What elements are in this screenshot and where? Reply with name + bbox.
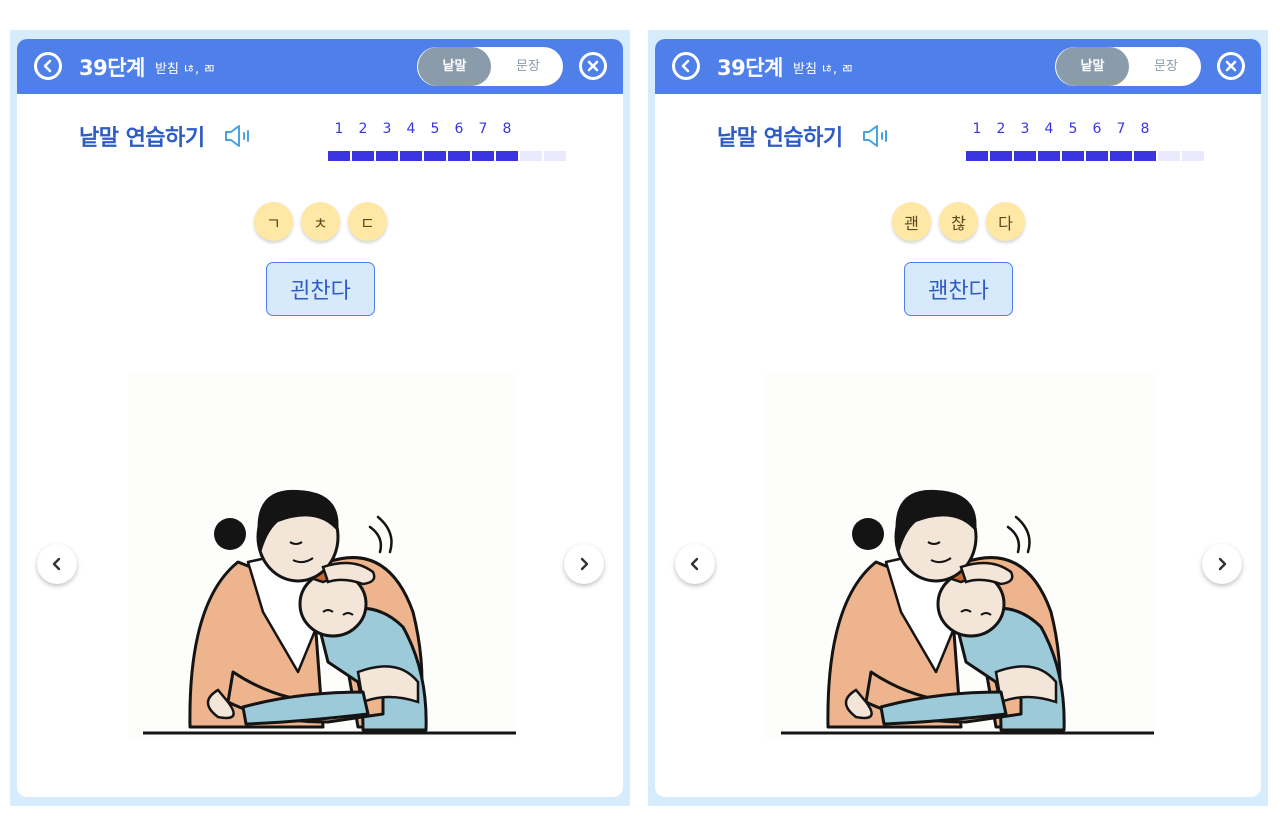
- progress-segment-done: [1134, 151, 1156, 161]
- stage-title: 39단계: [79, 56, 145, 80]
- progress-numbers: 1 2 3 4 5 6 7 8: [328, 121, 568, 141]
- stage-subtitle: 받침 ㄶ, ㄻ: [155, 62, 216, 77]
- back-button[interactable]: [34, 52, 62, 80]
- syllable-chip[interactable]: ㅊ: [301, 202, 340, 241]
- prev-button[interactable]: [675, 544, 715, 584]
- progress-number: 2: [358, 121, 368, 137]
- progress-number: 5: [430, 121, 440, 137]
- syllable-chip[interactable]: 괜: [892, 202, 931, 241]
- progress-number: 8: [502, 121, 512, 137]
- chevron-right-icon: [580, 557, 589, 571]
- lesson-header: 39단계 받침 ㄶ, ㄻ 낱말 문장: [655, 39, 1261, 94]
- close-button[interactable]: [1217, 52, 1245, 80]
- progress-tracker: 1 2 3 4 5 6 7 8: [966, 121, 1206, 161]
- progress-segment-done: [990, 151, 1012, 161]
- speaker-icon[interactable]: [861, 123, 893, 149]
- stage-title: 39단계: [717, 56, 783, 80]
- progress-segment-done: [328, 151, 350, 161]
- progress-number: 7: [478, 121, 488, 137]
- progress-number: 5: [1068, 121, 1078, 137]
- lesson-panel-left: 39단계 받침 ㄶ, ㄻ 낱말 문장 낱말 연습하기 1 2 3 4 5 6 7…: [10, 30, 630, 806]
- hug-illustration: [128, 372, 516, 740]
- toggle-word[interactable]: 낱말: [1056, 47, 1129, 86]
- close-button[interactable]: [579, 52, 607, 80]
- progress-segment-done: [448, 151, 470, 161]
- word-card[interactable]: 괜찬다: [904, 262, 1013, 316]
- next-button[interactable]: [1202, 544, 1242, 584]
- progress-segment-empty: [1182, 151, 1204, 161]
- syllable-chip[interactable]: ㄷ: [348, 202, 387, 241]
- progress-segment-empty: [520, 151, 542, 161]
- progress-number: 1: [334, 121, 344, 137]
- practice-title: 낱말 연습하기: [79, 126, 205, 151]
- progress-segment-done: [496, 151, 518, 161]
- toggle-sentence[interactable]: 문장: [1133, 47, 1199, 86]
- progress-number: 1: [972, 121, 982, 137]
- progress-segment-done: [424, 151, 446, 161]
- syllable-chip[interactable]: 찮: [939, 202, 978, 241]
- syllable-chip[interactable]: ㄱ: [254, 202, 293, 241]
- speaker-icon[interactable]: [223, 123, 255, 149]
- progress-number: 4: [406, 121, 416, 137]
- progress-segment-done: [400, 151, 422, 161]
- stage-subtitle: 받침 ㄶ, ㄻ: [793, 62, 854, 77]
- stage: 39단계 받침 ㄶ, ㄻ 낱말 문장 낱말 연습하기 1 2 3 4 5 6 7…: [0, 0, 1280, 840]
- lesson-card: 39단계 받침 ㄶ, ㄻ 낱말 문장 낱말 연습하기 1 2 3 4 5 6 7…: [655, 39, 1261, 797]
- progress-segment-empty: [544, 151, 566, 161]
- progress-segment-done: [472, 151, 494, 161]
- progress-segment-done: [1086, 151, 1108, 161]
- progress-number: 4: [1044, 121, 1054, 137]
- chevron-left-icon: [690, 557, 699, 571]
- progress-number: 2: [996, 121, 1006, 137]
- progress-number: 3: [382, 121, 392, 137]
- chevron-right-icon: [1218, 557, 1227, 571]
- progress-segment-done: [966, 151, 988, 161]
- word-card[interactable]: 괸찬다: [266, 262, 375, 316]
- progress-segment-done: [1062, 151, 1084, 161]
- progress-number: 6: [1092, 121, 1102, 137]
- close-icon: [587, 60, 599, 72]
- progress-segment-empty: [1158, 151, 1180, 161]
- syllable-chip[interactable]: 다: [986, 202, 1025, 241]
- chevron-left-icon: [681, 59, 690, 73]
- progress-segment-done: [1110, 151, 1132, 161]
- progress-segment-done: [1014, 151, 1036, 161]
- mode-toggle[interactable]: 낱말 문장: [1055, 47, 1201, 86]
- mode-toggle[interactable]: 낱말 문장: [417, 47, 563, 86]
- lesson-panel-right: 39단계 받침 ㄶ, ㄻ 낱말 문장 낱말 연습하기 1 2 3 4 5 6 7…: [648, 30, 1268, 806]
- lesson-card: 39단계 받침 ㄶ, ㄻ 낱말 문장 낱말 연습하기 1 2 3 4 5 6 7…: [17, 39, 623, 797]
- lesson-header: 39단계 받침 ㄶ, ㄻ 낱말 문장: [17, 39, 623, 94]
- progress-number: 3: [1020, 121, 1030, 137]
- progress-segment-done: [1038, 151, 1060, 161]
- toggle-sentence[interactable]: 문장: [495, 47, 561, 86]
- toggle-word[interactable]: 낱말: [418, 47, 491, 86]
- chevron-left-icon: [52, 557, 61, 571]
- progress-number: 7: [1116, 121, 1126, 137]
- progress-segment-done: [376, 151, 398, 161]
- chevron-left-icon: [43, 59, 52, 73]
- prev-button[interactable]: [37, 544, 77, 584]
- hug-illustration: [766, 372, 1154, 740]
- progress-numbers: 1 2 3 4 5 6 7 8: [966, 121, 1206, 141]
- progress-number: 6: [454, 121, 464, 137]
- progress-tracker: 1 2 3 4 5 6 7 8: [328, 121, 568, 161]
- practice-title: 낱말 연습하기: [717, 126, 843, 151]
- syllable-chips: 괜 찮 다: [655, 202, 1261, 242]
- progress-segment-done: [352, 151, 374, 161]
- progress-number: 8: [1140, 121, 1150, 137]
- next-button[interactable]: [564, 544, 604, 584]
- syllable-chips: ㄱ ㅊ ㄷ: [17, 202, 623, 242]
- close-icon: [1225, 60, 1237, 72]
- back-button[interactable]: [672, 52, 700, 80]
